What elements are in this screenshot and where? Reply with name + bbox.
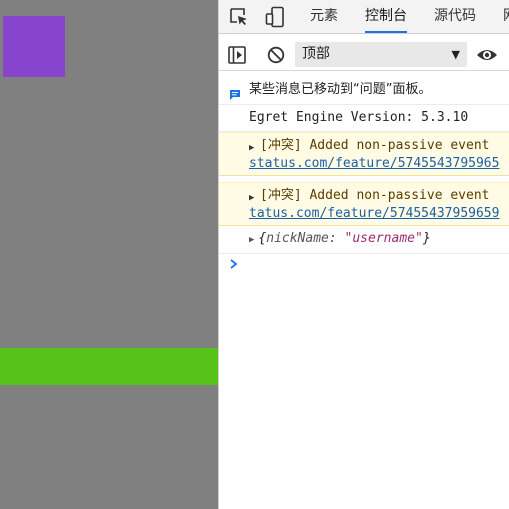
clear-console-icon[interactable] [264,43,288,67]
console-messages[interactable]: 某些消息已移动到“问题”面板。 Egret Engine Version: 5.… [219,76,509,509]
context-select[interactable]: 顶部 ▼ [295,42,467,67]
console-prompt[interactable] [219,254,509,278]
dropdown-caret-icon: ▼ [451,48,460,61]
device-toolbar-icon[interactable] [263,5,287,29]
tab-elements[interactable]: 元素 [310,0,338,33]
info-message-icon [229,84,241,100]
info-message-text: 某些消息已移动到“问题”面板。 [249,82,432,97]
expand-triangle-icon[interactable]: ▶ [249,235,254,245]
warning-link[interactable]: status.com/feature/5745543795965 [249,155,509,173]
warning-message[interactable]: ▶ [冲突] Added non-passive event status.co… [219,132,509,176]
devtools-tabbar: 元素 控制台 源代码 网 [219,0,509,34]
expand-triangle-icon[interactable]: ▶ [249,189,254,207]
object-key: nickName [266,231,329,246]
tab-sources[interactable]: 源代码 [434,0,476,33]
expand-triangle-icon[interactable]: ▶ [249,139,254,157]
log-message: Egret Engine Version: 5.3.10 [219,105,509,132]
log-message-text: Egret Engine Version: 5.3.10 [249,110,469,125]
object-log-message[interactable]: ▶ {nickName: "username"} [219,226,509,254]
warning-text: [冲突] Added non-passive event [260,138,490,153]
tab-console[interactable]: 控制台 [365,0,407,33]
object-close-brace: } [422,231,431,246]
object-value: "username" [344,231,423,246]
live-expression-icon[interactable] [475,43,499,67]
game-canvas[interactable] [0,0,218,509]
context-select-value: 顶部 [302,46,330,62]
info-message: 某些消息已移动到“问题”面板。 [219,76,509,105]
green-bar-sprite [0,348,218,385]
warning-message[interactable]: ▶ [冲突] Added non-passive event tatus.com… [219,182,509,226]
inspect-element-icon[interactable] [227,5,251,29]
sidebar-toggle-icon[interactable] [225,43,249,67]
object-separator: : [328,231,345,246]
prompt-chevron-icon [229,258,239,274]
purple-square-sprite [3,16,65,77]
console-toolbar: 顶部 ▼ [219,38,509,71]
warning-link[interactable]: tatus.com/feature/57455437959659 [249,205,509,223]
devtools-panel: 元素 控制台 源代码 网 顶部 ▼ [218,0,509,509]
warning-text: [冲突] Added non-passive event [260,188,490,203]
tab-network[interactable]: 网 [503,0,509,33]
